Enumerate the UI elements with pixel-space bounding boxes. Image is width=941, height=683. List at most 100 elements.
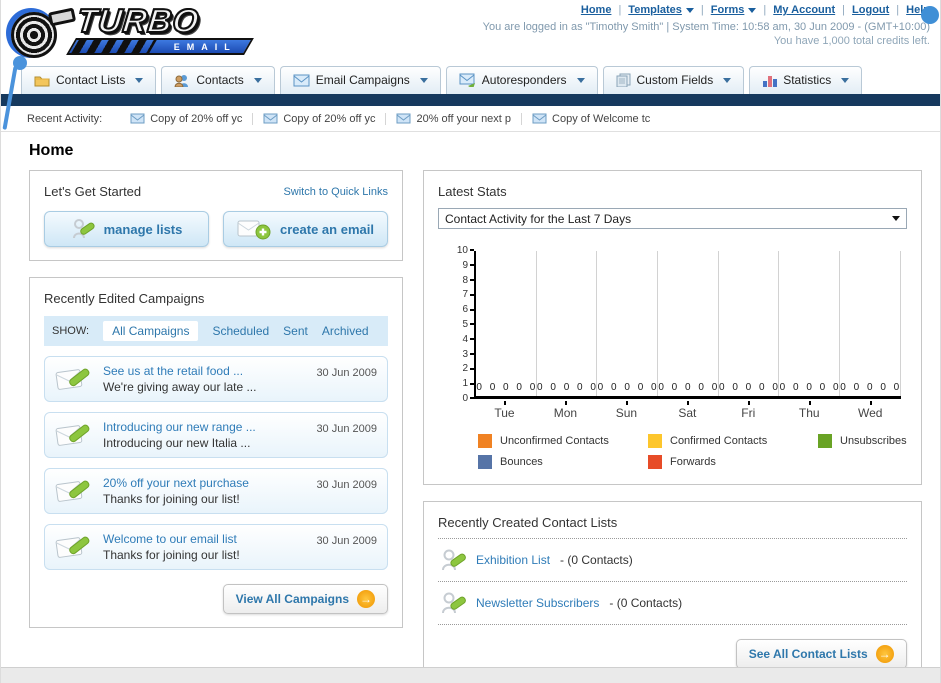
help-bubble-icon[interactable]	[921, 6, 939, 24]
chart-x-label: Wed	[840, 401, 901, 420]
chevron-down-icon	[253, 77, 262, 83]
see-all-contact-lists-button[interactable]: See All Contact Lists →	[735, 639, 907, 669]
recent-activity-label: Recent Activity:	[27, 112, 103, 125]
tab-autoresponders[interactable]: Autoresponders	[445, 66, 598, 94]
pages-icon	[616, 73, 631, 87]
legend-label: Bounces	[500, 456, 543, 468]
get-started-title: Let's Get Started	[44, 184, 142, 199]
campaign-filter-bar: SHOW: All Campaigns Scheduled Sent Archi…	[44, 316, 388, 346]
envelope-pencil-icon	[55, 480, 90, 502]
chart-day-group: 0 0 0 0 0	[840, 251, 901, 396]
chart-zero-values: 0 0 0 0 0	[597, 382, 657, 393]
chart-day-group: 0 0 0 0 0	[658, 251, 719, 396]
top-link-forms[interactable]: Forms	[711, 4, 745, 16]
campaign-link[interactable]: 20% off your next purchase	[103, 476, 316, 490]
campaigns-panel: Recently Edited Campaigns SHOW: All Camp…	[29, 277, 403, 628]
tab-email-campaigns[interactable]: Email Campaigns	[279, 66, 441, 94]
create-email-label: create an email	[280, 221, 374, 237]
campaign-card: Welcome to our email list Thanks for joi…	[44, 524, 388, 570]
chart-y-tick: 6	[448, 305, 474, 315]
chart-zero-values: 0 0 0 0 0	[658, 382, 718, 393]
tab-label: Contact Lists	[56, 73, 126, 87]
see-all-contact-lists-label: See All Contact Lists	[748, 647, 868, 661]
app-window: TURBO EMAIL Home Templates Forms My Acco…	[0, 0, 941, 683]
create-email-button[interactable]: create an email	[223, 211, 388, 247]
top-link-logout[interactable]: Logout	[852, 4, 889, 16]
tab-label: Statistics	[783, 73, 832, 87]
chart-day-group: 0 0 0 0 0	[779, 251, 840, 396]
recent-activity-text: 20% off your next p	[416, 112, 512, 125]
view-all-campaigns-button[interactable]: View All Campaigns →	[222, 584, 388, 614]
top-link-my-account[interactable]: My Account	[773, 4, 835, 16]
recent-activity-item[interactable]: Copy of Welcome tc	[522, 113, 660, 125]
filter-all-campaigns[interactable]: All Campaigns	[103, 321, 199, 341]
chart-x-axis: Tue Mon Sun Sat Fri Thu Wed	[474, 401, 901, 420]
footer-bar	[1, 667, 940, 683]
chart-plot-area: 0 0 0 0 00 0 0 0 00 0 0 0 00 0 0 0 00 0 …	[474, 251, 901, 399]
legend-item: Forwards	[648, 455, 818, 469]
legend-item: Confirmed Contacts	[648, 434, 818, 448]
logo-stripes	[71, 40, 157, 53]
chart-y-tick: 2	[448, 364, 474, 374]
chart-zero-values: 0 0 0 0 0	[718, 382, 778, 393]
chevron-down-icon	[576, 77, 585, 83]
chart-zero-values: 0 0 0 0 0	[779, 382, 839, 393]
person-pencil-icon	[442, 549, 466, 571]
legend-label: Confirmed Contacts	[670, 435, 768, 447]
recent-activity-item[interactable]: Copy of 20% off yc	[120, 112, 254, 125]
campaign-date: 30 Jun 2009	[316, 535, 377, 547]
campaign-card: Introducing our new range ... Introducin…	[44, 412, 388, 458]
tab-contacts[interactable]: Contacts	[161, 66, 275, 94]
envelope-icon	[532, 113, 547, 124]
chevron-down-icon	[841, 77, 850, 83]
chart-x-label: Thu	[779, 401, 840, 420]
envelope-pencil-icon	[55, 536, 90, 558]
page-title: Home	[29, 142, 74, 159]
top-link-templates[interactable]: Templates	[628, 4, 682, 16]
filter-sent[interactable]: Sent	[283, 324, 308, 338]
contact-lists-panel: Recently Created Contact Lists Exhibitio…	[423, 501, 922, 683]
latest-stats-title: Latest Stats	[438, 184, 507, 199]
campaign-link[interactable]: See us at the retail food ...	[103, 364, 316, 378]
envelope-icon	[130, 113, 145, 124]
campaign-subject: We're giving away our late ...	[103, 380, 257, 394]
chart-y-tick: 8	[448, 275, 474, 286]
switch-quick-links-link[interactable]: Switch to Quick Links	[283, 186, 388, 198]
recent-activity-bar: Recent Activity: Copy of 20% off yc Copy…	[1, 106, 940, 132]
chevron-down-icon	[419, 77, 428, 83]
chart-legend: Unconfirmed Contacts Confirmed Contacts Un…	[478, 434, 907, 469]
top-link-home[interactable]: Home	[581, 4, 612, 16]
chevron-down-icon	[135, 77, 144, 83]
campaign-link[interactable]: Introducing our new range ...	[103, 420, 316, 434]
chart-y-tick: 0	[448, 394, 474, 404]
chart-y-tick: 4	[448, 334, 474, 345]
contact-list-link[interactable]: Newsletter Subscribers	[476, 596, 599, 610]
latest-stats-panel: Latest Stats Contact Activity for the La…	[423, 170, 922, 485]
recent-activity-text: Copy of 20% off yc	[283, 112, 376, 125]
recent-activity-item[interactable]: 20% off your next p	[386, 112, 523, 125]
contact-list-row: Newsletter Subscribers - (0 Contacts)	[438, 582, 907, 625]
contact-list-link[interactable]: Exhibition List	[476, 553, 550, 567]
contact-list-count: - (0 Contacts)	[560, 553, 633, 567]
campaign-date: 30 Jun 2009	[316, 479, 377, 491]
recent-activity-item[interactable]: Copy of 20% off yc	[253, 112, 387, 125]
campaign-date: 30 Jun 2009	[316, 423, 377, 435]
tab-contact-lists[interactable]: Contact Lists	[21, 66, 157, 94]
credits-text: You have 1,000 total credits left.	[773, 35, 930, 47]
logo-subtitle: EMAIL	[174, 41, 237, 52]
chevron-down-icon	[723, 77, 732, 83]
manage-lists-button[interactable]: manage lists	[44, 211, 209, 247]
legend-item: Unsubscribes	[818, 434, 907, 448]
legend-item: Bounces	[478, 455, 648, 469]
campaigns-title: Recently Edited Campaigns	[44, 291, 205, 306]
legend-swatch	[648, 434, 662, 448]
login-status-text: You are logged in as "Timothy Smith" | S…	[482, 21, 930, 33]
filter-scheduled[interactable]: Scheduled	[212, 324, 269, 338]
legend-label: Unconfirmed Contacts	[500, 435, 609, 447]
header: TURBO EMAIL Home Templates Forms My Acco…	[1, 0, 940, 130]
campaign-link[interactable]: Welcome to our email list	[103, 532, 316, 546]
stats-dropdown[interactable]: Contact Activity for the Last 7 Days	[438, 208, 907, 229]
tab-statistics[interactable]: Statistics	[749, 66, 863, 94]
tab-custom-fields[interactable]: Custom Fields	[602, 66, 745, 94]
filter-archived[interactable]: Archived	[322, 324, 369, 338]
